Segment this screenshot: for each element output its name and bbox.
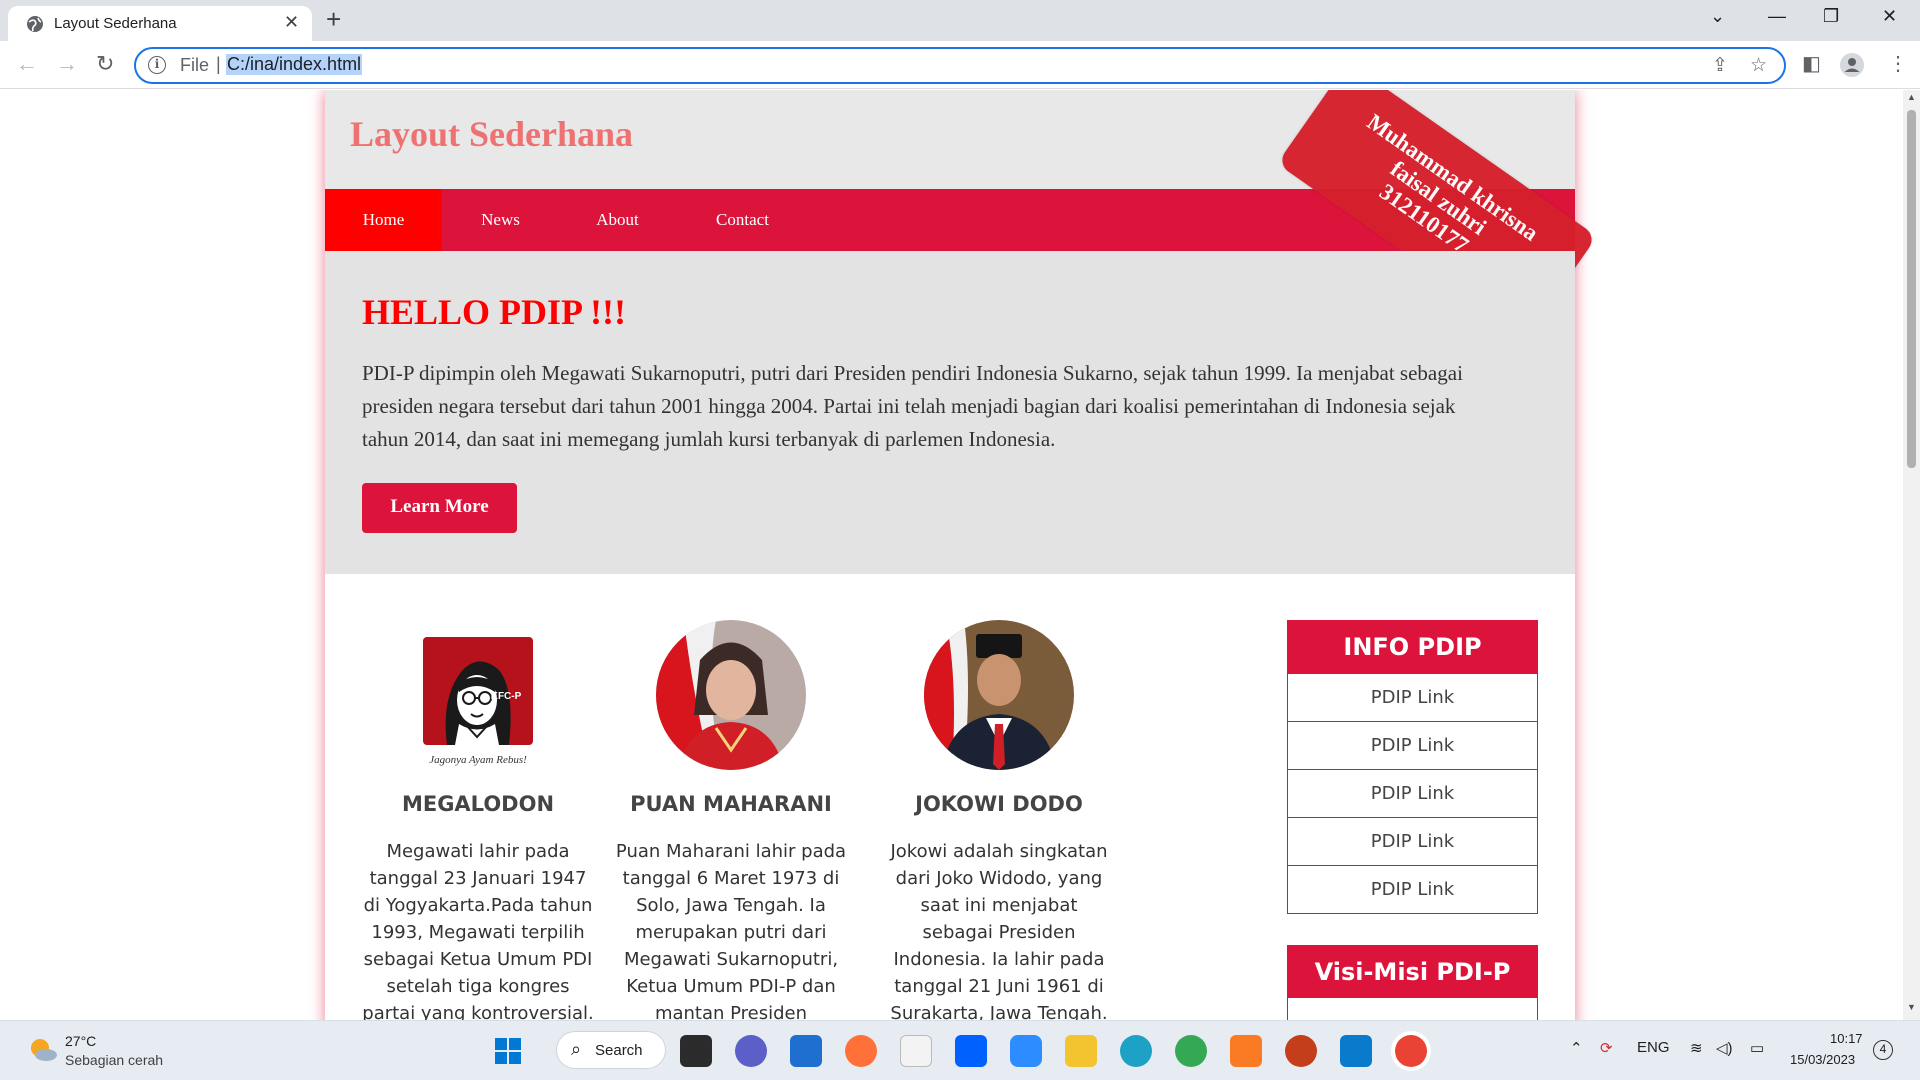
info-icon[interactable]: i bbox=[148, 56, 166, 74]
tab-search-chevron-icon[interactable]: ⌄ bbox=[1710, 6, 1725, 27]
close-window-icon[interactable]: ✕ bbox=[1882, 6, 1897, 27]
restore-icon[interactable]: ❐ bbox=[1823, 6, 1839, 27]
bookmark-star-icon[interactable]: ☆ bbox=[1750, 54, 1767, 77]
kfc-p-logo: KFC-P Jagonya Ayam Rebus! bbox=[403, 620, 553, 770]
menu-kebab-icon[interactable]: ⋮ bbox=[1888, 51, 1908, 76]
card-name: JOKOWI DODO bbox=[915, 792, 1083, 816]
hero-section: HELLO PDIP !!! PDI-P dipimpin oleh Megaw… bbox=[325, 251, 1575, 574]
file-explorer-icon[interactable] bbox=[1065, 1035, 1097, 1067]
address-bar[interactable]: i File | C:/ina/index.html ⇪ ☆ bbox=[134, 47, 1786, 84]
pdip-link[interactable]: PDIP Link bbox=[1288, 769, 1537, 817]
taskbar-search[interactable]: ⌕ Search bbox=[556, 1031, 666, 1069]
browser-tab-strip: Layout Sederhana ✕ + ⌄ — ❐ ✕ bbox=[0, 0, 1920, 41]
volume-icon[interactable]: ◁) bbox=[1716, 1039, 1733, 1057]
kfc-p-logo-graphic: KFC-P Jagonya Ayam Rebus! bbox=[403, 620, 553, 770]
browser-toolbar: ← → ↻ i File | C:/ina/index.html ⇪ ☆ ◧ ⋮ bbox=[0, 41, 1920, 89]
puan-portrait-graphic bbox=[656, 620, 806, 770]
teams-chat-icon[interactable] bbox=[735, 1035, 767, 1067]
close-tab-icon[interactable]: ✕ bbox=[284, 12, 299, 33]
xampp-icon[interactable] bbox=[1230, 1035, 1262, 1067]
windows-start-icon[interactable] bbox=[492, 1035, 524, 1067]
sync-icon[interactable]: ⟳ bbox=[1600, 1039, 1613, 1057]
pdip-link[interactable]: PDIP Link bbox=[1288, 721, 1537, 769]
pdip-link[interactable]: PDIP Link bbox=[1288, 673, 1537, 721]
clock-date[interactable]: 15/03/2023 bbox=[1790, 1052, 1855, 1067]
minimize-icon[interactable]: — bbox=[1768, 6, 1786, 27]
url-separator: | bbox=[216, 54, 221, 74]
kfc-p-caption: Jagonya Ayam Rebus! bbox=[429, 754, 527, 766]
globe-icon bbox=[27, 16, 43, 32]
jokowi-portrait-graphic bbox=[924, 620, 1074, 770]
card-text: Jokowi adalah singkatan dari Joko Widodo… bbox=[890, 841, 1108, 1020]
weather-description[interactable]: Sebagian cerah bbox=[65, 1052, 163, 1068]
back-icon[interactable]: ← bbox=[16, 51, 38, 77]
language-indicator[interactable]: ENG bbox=[1637, 1039, 1670, 1056]
edge-icon[interactable] bbox=[1120, 1035, 1152, 1067]
scroll-down-icon[interactable]: ▼ bbox=[1907, 1002, 1916, 1012]
chrome-profile-icon[interactable] bbox=[1175, 1035, 1207, 1067]
microsoft-store-icon[interactable] bbox=[790, 1035, 822, 1067]
scheme-label: File bbox=[180, 55, 210, 75]
browser-tab[interactable]: Layout Sederhana ✕ bbox=[8, 6, 312, 41]
scrollbar-thumb[interactable] bbox=[1907, 110, 1916, 468]
nav-contact[interactable]: Contact bbox=[676, 189, 809, 251]
search-label: Search bbox=[595, 1042, 643, 1059]
pdip-link[interactable]: PDIP Link bbox=[1288, 865, 1537, 913]
task-view-icon[interactable] bbox=[680, 1035, 712, 1067]
hero-text: PDI-P dipimpin oleh Megawati Sukarnoputr… bbox=[362, 361, 1463, 451]
firefox-icon[interactable] bbox=[845, 1035, 877, 1067]
card-name: PUAN MAHARANI bbox=[630, 792, 832, 816]
page-scrollbar[interactable]: ▲ ▼ bbox=[1903, 90, 1920, 1020]
battery-icon[interactable]: ▭ bbox=[1750, 1039, 1764, 1057]
pdip-link[interactable]: PDIP Link bbox=[1288, 817, 1537, 865]
weather-temperature[interactable]: 27°C bbox=[65, 1033, 96, 1049]
profile-avatar-icon[interactable] bbox=[1840, 53, 1864, 77]
visi-misi-title: Visi-Misi PDI-P bbox=[1288, 946, 1537, 998]
chrome-active-icon[interactable] bbox=[1395, 1035, 1427, 1067]
vscode-icon[interactable] bbox=[1340, 1035, 1372, 1067]
scroll-up-icon[interactable]: ▲ bbox=[1907, 92, 1916, 102]
kfc-p-badge: KFC-P bbox=[491, 691, 522, 702]
tab-title: Layout Sederhana bbox=[54, 15, 177, 32]
nav-about[interactable]: About bbox=[559, 189, 676, 251]
card-text: Megawati lahir pada tanggal 23 Januari 1… bbox=[362, 841, 594, 1020]
card-text: Puan Maharani lahir pada tanggal 6 Maret… bbox=[615, 841, 847, 1020]
dropbox-icon[interactable] bbox=[955, 1035, 987, 1067]
partly-sunny-icon[interactable] bbox=[26, 1035, 58, 1063]
learn-more-button[interactable]: Learn More bbox=[362, 483, 517, 533]
page-viewport: Layout Sederhana Home News About Contact… bbox=[0, 90, 1903, 1020]
nav-home[interactable]: Home bbox=[325, 189, 442, 251]
search-icon: ⌕ bbox=[571, 1039, 582, 1059]
powerpoint-icon[interactable] bbox=[1285, 1035, 1317, 1067]
hero-title: HELLO PDIP !!! bbox=[362, 292, 627, 332]
notification-count[interactable]: 4 bbox=[1873, 1040, 1893, 1060]
amazon-icon[interactable] bbox=[900, 1035, 932, 1067]
new-tab-icon[interactable]: + bbox=[326, 4, 341, 35]
puan-portrait bbox=[656, 620, 806, 770]
clock-time[interactable]: 10:17 bbox=[1830, 1031, 1863, 1046]
site-title: Layout Sederhana bbox=[350, 114, 634, 154]
page-container: Layout Sederhana Home News About Contact… bbox=[325, 90, 1598, 1020]
windows-taskbar: 27°C Sebagian cerah ⌕ Search ⌃ ⟳ ENG ≋ ◁… bbox=[0, 1020, 1920, 1080]
zoom-icon[interactable] bbox=[1010, 1035, 1042, 1067]
forward-icon[interactable]: → bbox=[56, 51, 78, 77]
visi-misi-box: Visi-Misi PDI-P bbox=[1287, 945, 1538, 1020]
wifi-icon[interactable]: ≋ bbox=[1690, 1039, 1703, 1057]
reload-icon[interactable]: ↻ bbox=[96, 51, 114, 77]
tray-chevron-up-icon[interactable]: ⌃ bbox=[1570, 1039, 1583, 1057]
info-pdip-title: INFO PDIP bbox=[1288, 621, 1537, 673]
card-name: MEGALODON bbox=[401, 792, 555, 816]
jokowi-portrait bbox=[924, 620, 1074, 770]
share-icon[interactable]: ⇪ bbox=[1712, 54, 1728, 77]
url-text[interactable]: C:/ina/index.html bbox=[226, 54, 363, 75]
nav-news[interactable]: News bbox=[442, 189, 559, 251]
info-pdip-box: INFO PDIP PDIP Link PDIP Link PDIP Link … bbox=[1287, 620, 1538, 914]
side-panel-icon[interactable]: ◧ bbox=[1802, 51, 1821, 76]
